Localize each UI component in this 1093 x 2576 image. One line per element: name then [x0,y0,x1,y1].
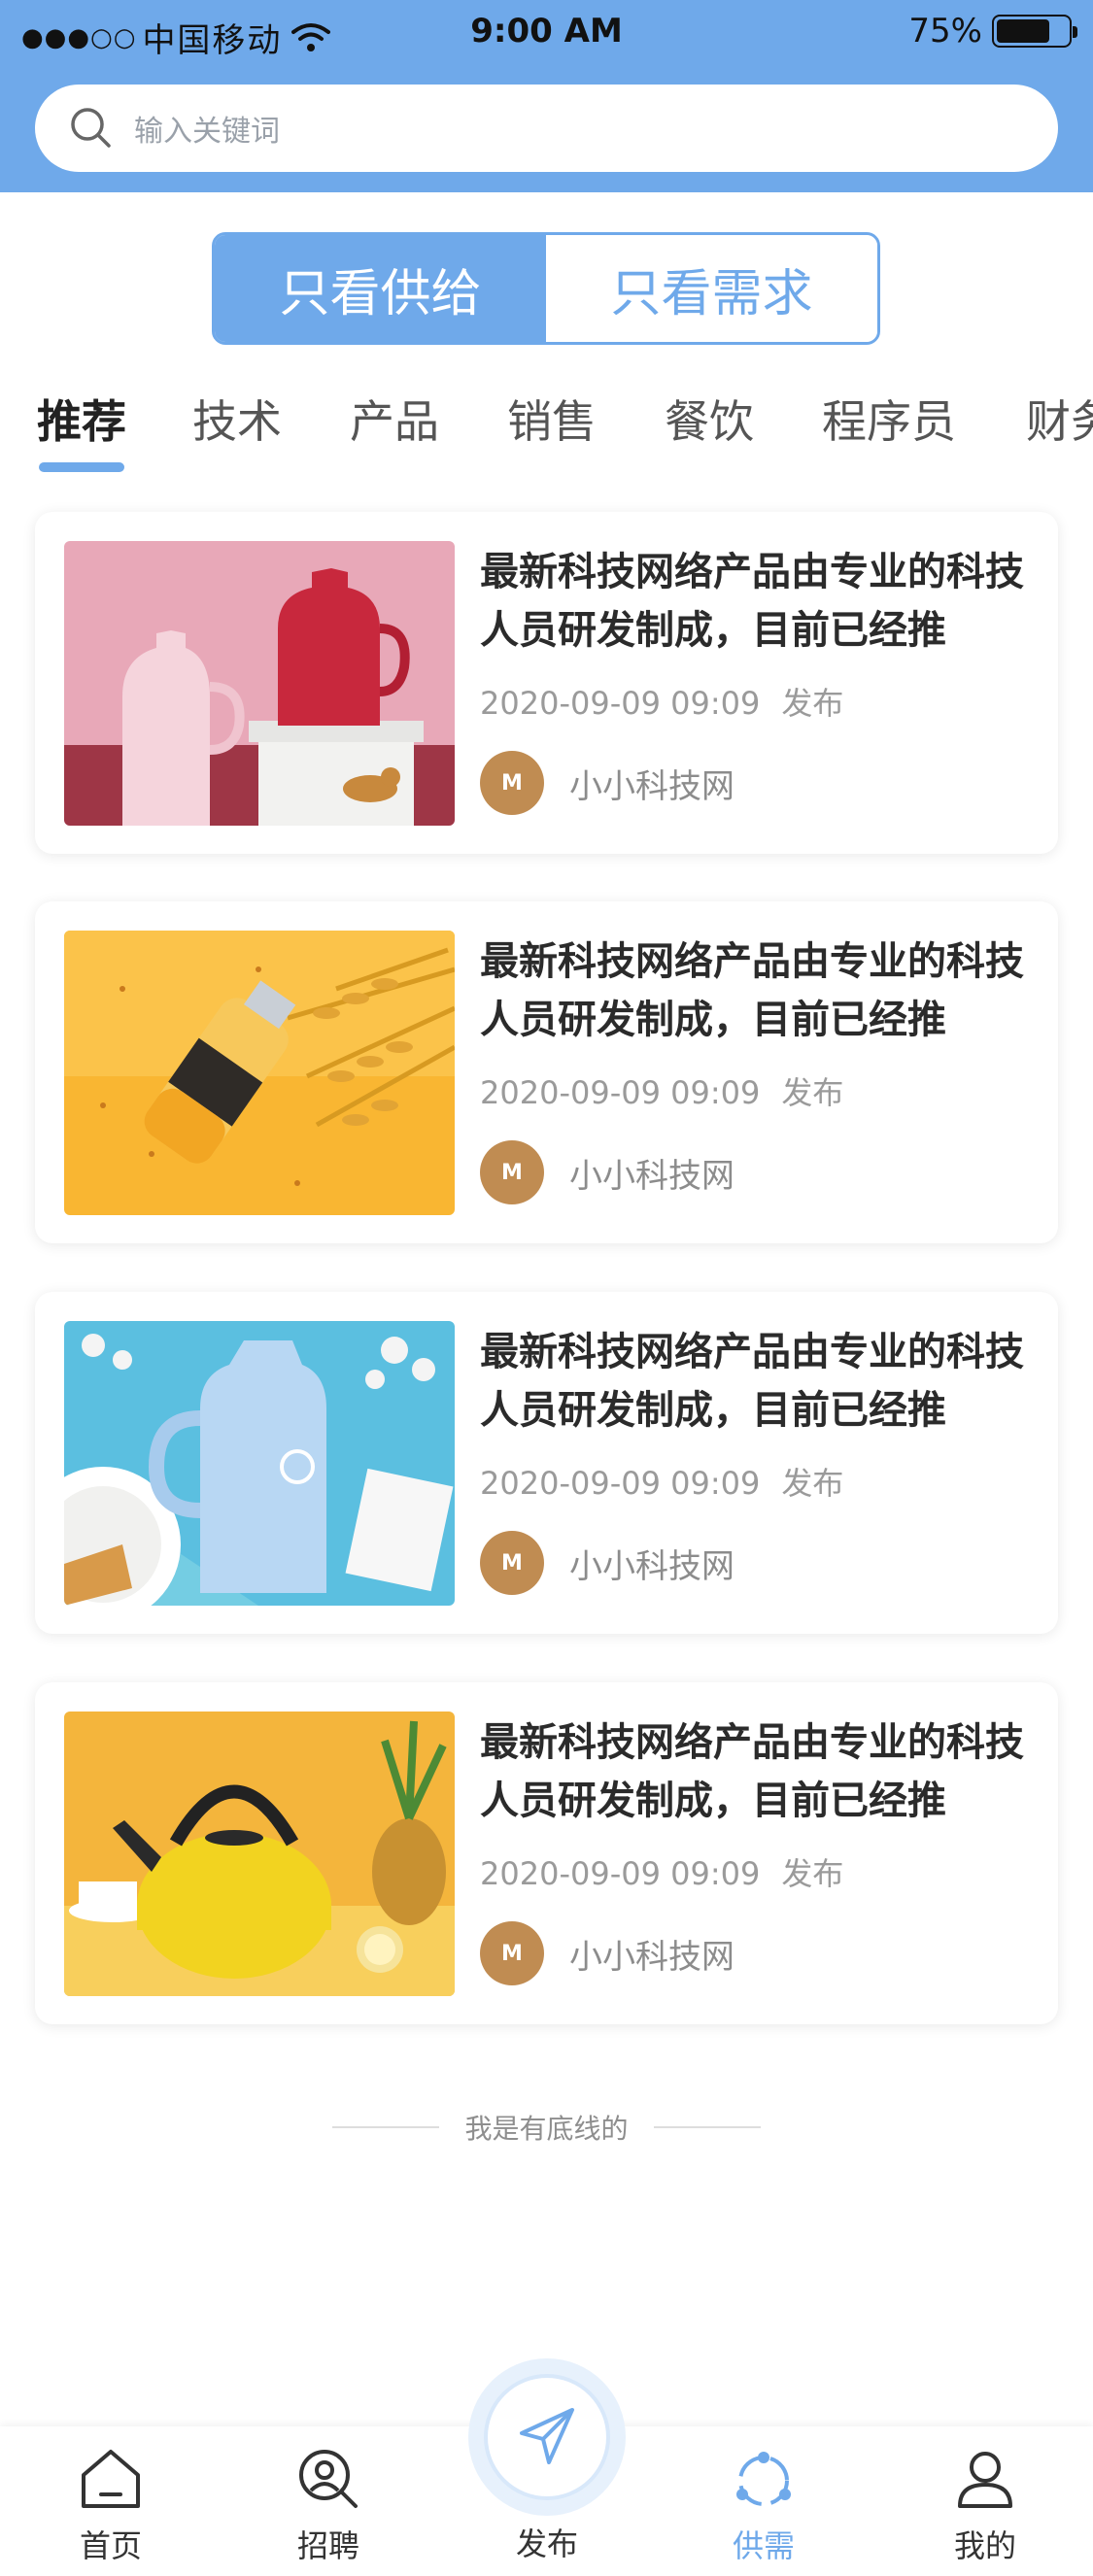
battery-indicator: 75% [908,12,1077,51]
header: ●●●○○ 中国移动 9:00 AM 75% 输入关键词 [0,0,1093,192]
tab-catering[interactable]: 餐饮 [665,387,754,451]
listing-author[interactable]: M 小小科技网 [480,751,734,815]
listing-title: 最新科技网络产品由专业的科技人员研发制成，目前已经推 [480,550,1024,653]
listing-card[interactable]: 最新科技网络产品由专业的科技人员研发制成，目前已经推 2020-09-09 09… [35,1292,1058,1634]
tab-recommended[interactable]: 推荐 [37,387,126,451]
nav-recruit[interactable]: 招聘 [260,2444,396,2566]
divider [653,2126,761,2128]
nav-label: 我的 [953,2527,1016,2564]
listing-author[interactable]: M 小小科技网 [480,1921,734,1985]
active-tab-indicator [39,462,124,472]
search-icon [71,108,111,148]
search-bar[interactable]: 输入关键词 [35,85,1058,172]
tab-technology[interactable]: 技术 [192,387,282,451]
listing-image [64,1321,455,1606]
nav-label: 招聘 [296,2527,359,2564]
end-of-list-text: 我是有底线的 [464,2113,629,2145]
battery-icon [992,15,1077,48]
tab-sales[interactable]: 销售 [507,387,597,451]
end-of-list: 我是有底线的 [0,2108,1093,2147]
listing-meta: 2020-09-09 09:09 发布 [480,1459,843,1504]
nav-supply-demand[interactable]: 供需 [696,2444,832,2566]
search-input[interactable]: 输入关键词 [134,107,280,150]
author-name: 小小科技网 [569,1546,734,1586]
listing-card[interactable]: 最新科技网络产品由专业的科技人员研发制成，目前已经推 2020-09-09 09… [35,1682,1058,2024]
profile-icon [958,2452,1012,2508]
battery-percent: 75% [908,12,982,51]
avatar: M [480,751,544,815]
nav-mine[interactable]: 我的 [917,2444,1053,2566]
toggle-demand[interactable]: 只看需求 [546,235,877,342]
listing-date: 2020-09-09 09:09 [480,1855,761,1892]
listing-title: 最新科技网络产品由专业的科技人员研发制成，目前已经推 [480,1330,1024,1433]
search-person-icon [299,2450,358,2508]
tab-products[interactable]: 产品 [350,387,439,451]
tab-programmer[interactable]: 程序员 [822,387,956,451]
tab-finance[interactable]: 财务 [1026,387,1093,451]
author-name: 小小科技网 [569,1156,734,1196]
listing-publish-label: 发布 [781,685,844,722]
divider [332,2126,440,2128]
listing-card[interactable]: 最新科技网络产品由专业的科技人员研发制成，目前已经推 2020-09-09 09… [35,512,1058,854]
author-name: 小小科技网 [569,766,734,806]
listing-publish-label: 发布 [781,1074,844,1111]
listing-publish-label: 发布 [781,1855,844,1892]
author-name: 小小科技网 [569,1937,734,1977]
listing-date: 2020-09-09 09:09 [480,1074,761,1111]
listing-image [64,541,455,826]
supply-demand-toggle: 只看供给 只看需求 [212,232,880,345]
status-bar: ●●●○○ 中国移动 9:00 AM 75% [0,0,1093,64]
listing-author[interactable]: M 小小科技网 [480,1140,734,1204]
toggle-supply[interactable]: 只看供给 [215,235,546,342]
send-icon [520,2408,574,2464]
supply-demand-icon [736,2452,791,2506]
home-icon [82,2450,140,2508]
publish-button-inner[interactable] [484,2374,610,2500]
listing-author[interactable]: M 小小科技网 [480,1531,734,1595]
listing-image [64,1712,455,1996]
nav-label: 供需 [732,2527,795,2564]
nav-home[interactable]: 首页 [43,2444,179,2566]
nav-label-publish: 发布 [515,2525,578,2562]
avatar: M [480,1531,544,1595]
avatar: M [480,1140,544,1204]
listing-meta: 2020-09-09 09:09 发布 [480,1849,843,1894]
listing-date: 2020-09-09 09:09 [480,1465,761,1502]
avatar: M [480,1921,544,1985]
listing-meta: 2020-09-09 09:09 发布 [480,1068,843,1113]
publish-button[interactable] [468,2358,626,2516]
listing-image [64,931,455,1215]
listing-publish-label: 发布 [781,1465,844,1502]
listing-title: 最新科技网络产品由专业的科技人员研发制成，目前已经推 [480,1720,1024,1823]
listing-date: 2020-09-09 09:09 [480,685,761,722]
listing-title: 最新科技网络产品由专业的科技人员研发制成，目前已经推 [480,939,1024,1042]
listing-card[interactable]: 最新科技网络产品由专业的科技人员研发制成，目前已经推 2020-09-09 09… [35,901,1058,1243]
category-tabs: 推荐 技术 产品 销售 餐饮 程序员 财务 [0,379,1093,476]
nav-label: 首页 [79,2527,142,2564]
listing-meta: 2020-09-09 09:09 发布 [480,679,843,724]
